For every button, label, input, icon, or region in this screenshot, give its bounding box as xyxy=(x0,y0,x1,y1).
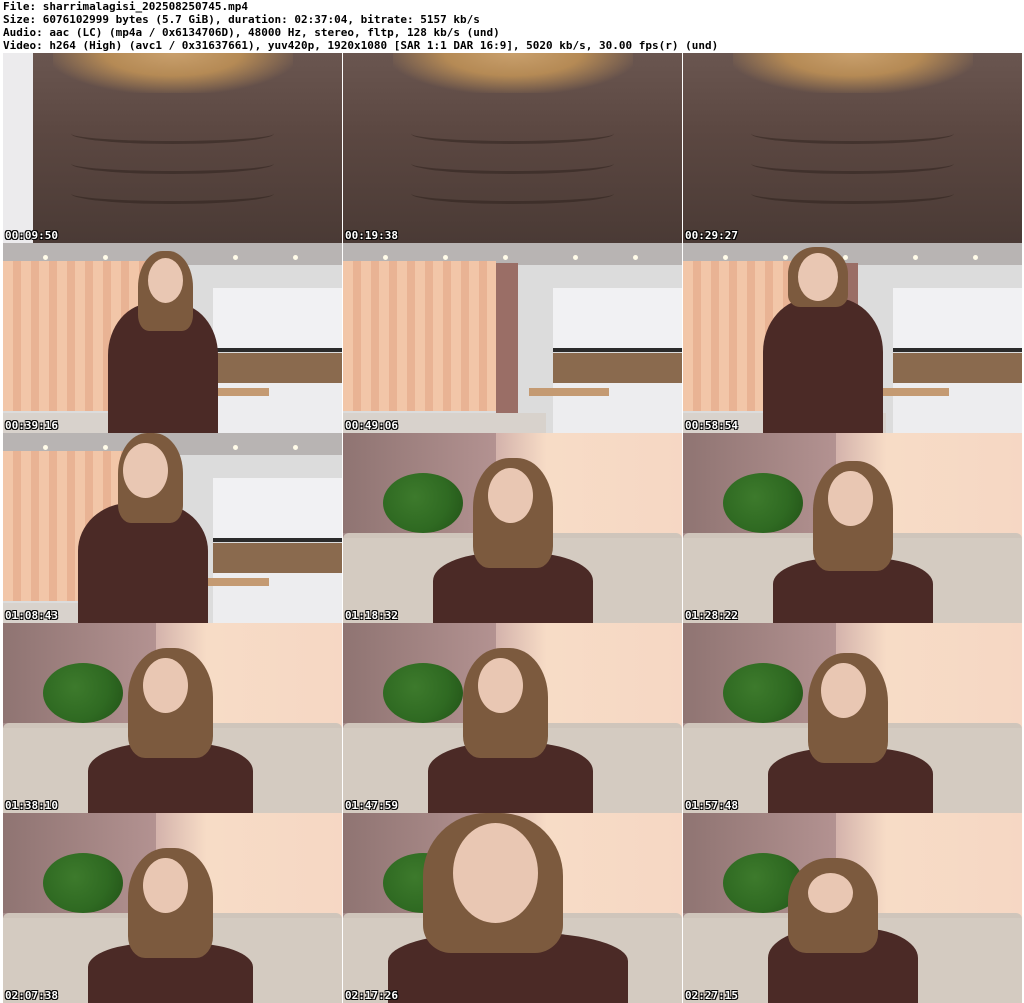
file-info-header: File: sharrimalagisi_202508250745.mp4 Si… xyxy=(3,0,1021,52)
video-thumbnail: 01:28:22 xyxy=(683,433,1022,623)
thumbnail-frame-image xyxy=(3,813,342,1003)
thumbnail-timestamp: 00:19:38 xyxy=(345,229,398,242)
thumbnail-timestamp: 01:28:22 xyxy=(685,609,738,622)
video-thumbnail: 02:17:26 xyxy=(343,813,682,1003)
thumbnail-timestamp: 00:49:06 xyxy=(345,419,398,432)
thumbnail-timestamp: 00:09:50 xyxy=(5,229,58,242)
video-thumbnail: 01:47:59 xyxy=(343,623,682,813)
thumbnail-timestamp: 02:17:26 xyxy=(345,989,398,1002)
thumbnail-frame-image xyxy=(343,623,682,813)
video-thumbnail: 01:38:10 xyxy=(3,623,342,813)
thumbnail-timestamp: 00:39:16 xyxy=(5,419,58,432)
video-thumbnail: 01:18:32 xyxy=(343,433,682,623)
thumbnail-timestamp: 01:47:59 xyxy=(345,799,398,812)
video-info-line: Video: h264 (High) (avc1 / 0x31637661), … xyxy=(3,39,719,52)
thumbnail-frame-image xyxy=(343,813,682,1003)
thumbnail-grid: 00:09:50 00:19:38 00:29:27 00:39:16 00:49:06… xyxy=(3,53,1022,1003)
thumbnail-timestamp: 02:27:15 xyxy=(685,989,738,1002)
thumbnail-frame-image xyxy=(3,433,342,623)
thumbnail-frame-image xyxy=(683,623,1022,813)
thumbnail-timestamp: 00:58:54 xyxy=(685,419,738,432)
thumbnail-frame-image xyxy=(3,243,342,433)
thumbnail-frame-image xyxy=(683,243,1022,433)
thumbnail-frame-image xyxy=(683,53,1022,243)
thumbnail-timestamp: 01:08:43 xyxy=(5,609,58,622)
video-thumbnail: 00:19:38 xyxy=(343,53,682,243)
thumbnail-frame-image xyxy=(343,53,682,243)
thumbnail-timestamp: 01:57:48 xyxy=(685,799,738,812)
video-thumbnail: 00:09:50 xyxy=(3,53,342,243)
video-thumbnail: 02:27:15 xyxy=(683,813,1022,1003)
thumbnail-frame-image xyxy=(3,623,342,813)
video-thumbnail: 02:07:38 xyxy=(3,813,342,1003)
video-thumbnail: 01:08:43 xyxy=(3,433,342,623)
thumbnail-timestamp: 00:29:27 xyxy=(685,229,738,242)
thumbnail-frame-image xyxy=(3,53,342,243)
thumbnail-timestamp: 02:07:38 xyxy=(5,989,58,1002)
video-thumbnail: 00:29:27 xyxy=(683,53,1022,243)
thumbnail-frame-image xyxy=(343,243,682,433)
video-thumbnail: 00:58:54 xyxy=(683,243,1022,433)
thumbnail-frame-image xyxy=(683,813,1022,1003)
video-thumbnail: 01:57:48 xyxy=(683,623,1022,813)
thumbnail-frame-image xyxy=(343,433,682,623)
audio-info-line: Audio: aac (LC) (mp4a / 0x6134706D), 480… xyxy=(3,26,500,39)
thumbnail-timestamp: 01:18:32 xyxy=(345,609,398,622)
file-name-line: File: sharrimalagisi_202508250745.mp4 xyxy=(3,0,249,13)
video-thumbnail: 00:49:06 xyxy=(343,243,682,433)
thumbnail-timestamp: 01:38:10 xyxy=(5,799,58,812)
thumbnail-frame-image xyxy=(683,433,1022,623)
file-size-line: Size: 6076102999 bytes (5.7 GiB), durati… xyxy=(3,13,480,26)
video-thumbnail: 00:39:16 xyxy=(3,243,342,433)
